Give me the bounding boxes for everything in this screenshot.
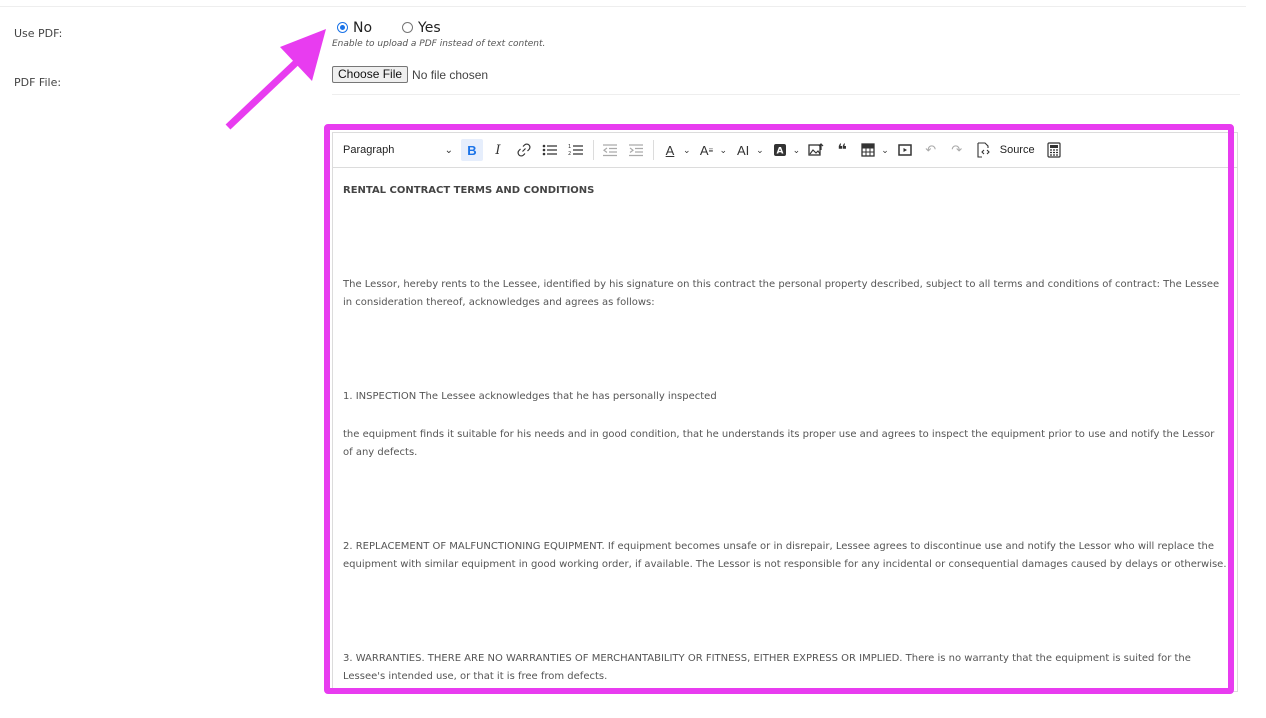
use-pdf-radio-group: No Yes (337, 19, 471, 36)
svg-text:A: A (776, 147, 783, 157)
inspection-detail-paragraph: the equipment finds it suitable for his … (343, 429, 1215, 458)
blockquote-icon[interactable]: ❝ (831, 139, 853, 161)
top-divider (0, 6, 1246, 7)
italic-icon[interactable]: I (487, 139, 509, 161)
intro-paragraph: The Lessor, hereby rents to the Lessee, … (343, 279, 1220, 308)
annotation-arrow-icon (225, 29, 326, 130)
pdf-file-label: PDF File: (14, 76, 62, 89)
use-pdf-yes-option[interactable]: Yes (402, 20, 441, 36)
choose-file-button[interactable]: Choose File (332, 66, 409, 83)
editor-toolbar: Paragraph ⌄ B I 12 A ⌄ A ≡ ⌄ AI ⌄ A ⌄ ❝ … (333, 133, 1237, 168)
undo-icon[interactable]: ↶ (920, 139, 942, 161)
radio-yes-label: Yes (418, 19, 441, 36)
inspection-paragraph: 1. INSPECTION The Lessee acknowledges th… (343, 391, 717, 402)
file-status-text: No file chosen (412, 67, 489, 82)
radio-no[interactable] (337, 22, 348, 33)
chevron-down-icon[interactable]: ⌄ (881, 145, 889, 156)
heading-dropdown[interactable]: Paragraph ⌄ (343, 139, 453, 161)
calculator-icon[interactable] (1043, 139, 1065, 161)
indent-icon[interactable] (625, 139, 647, 161)
use-pdf-label: Use PDF: (14, 27, 63, 40)
pdf-file-input[interactable]: Choose File No file chosen (332, 66, 488, 83)
editor-content[interactable]: RENTAL CONTRACT TERMS AND CONDITIONS The… (333, 168, 1237, 691)
chevron-down-icon[interactable]: ⌄ (683, 145, 691, 156)
toolbar-separator (653, 140, 654, 160)
font-color-icon[interactable]: A (659, 139, 681, 161)
font-size-icon[interactable]: A ≡ (696, 139, 718, 161)
image-upload-icon[interactable] (805, 139, 827, 161)
redo-icon[interactable]: ↷ (946, 139, 968, 161)
bulleted-list-icon[interactable] (539, 139, 561, 161)
section-divider (332, 94, 1240, 95)
source-icon[interactable] (972, 139, 994, 161)
numbered-list-icon[interactable]: 12 (565, 139, 587, 161)
source-button-label[interactable]: Source (1000, 144, 1035, 156)
replacement-paragraph: 2. REPLACEMENT OF MALFUNCTIONING EQUIPME… (343, 541, 1227, 570)
toolbar-separator (593, 140, 594, 160)
text-transform-icon[interactable]: AI (732, 139, 754, 161)
radio-yes[interactable] (402, 22, 414, 33)
document-heading: RENTAL CONTRACT TERMS AND CONDITIONS (343, 185, 595, 196)
use-pdf-no-option[interactable]: No (337, 20, 372, 36)
media-embed-icon[interactable] (894, 139, 916, 161)
warranties-paragraph: 3. WARRANTIES. THERE ARE NO WARRANTIES O… (343, 653, 1191, 682)
heading-dropdown-label: Paragraph (343, 144, 395, 156)
chevron-down-icon: ⌄ (444, 144, 453, 156)
svg-text:2: 2 (568, 151, 571, 157)
chevron-down-icon[interactable]: ⌄ (756, 145, 764, 156)
rich-text-editor: Paragraph ⌄ B I 12 A ⌄ A ≡ ⌄ AI ⌄ A ⌄ ❝ … (332, 132, 1238, 692)
outdent-icon[interactable] (599, 139, 621, 161)
svg-text:1: 1 (568, 144, 571, 150)
radio-no-label: No (353, 19, 373, 36)
link-icon[interactable] (513, 139, 535, 161)
highlight-icon[interactable]: A (769, 139, 791, 161)
bold-icon[interactable]: B (461, 139, 483, 161)
table-icon[interactable] (857, 139, 879, 161)
chevron-down-icon[interactable]: ⌄ (793, 145, 801, 156)
use-pdf-help-text: Enable to upload a PDF instead of text c… (332, 39, 546, 49)
chevron-down-icon[interactable]: ⌄ (720, 145, 728, 156)
